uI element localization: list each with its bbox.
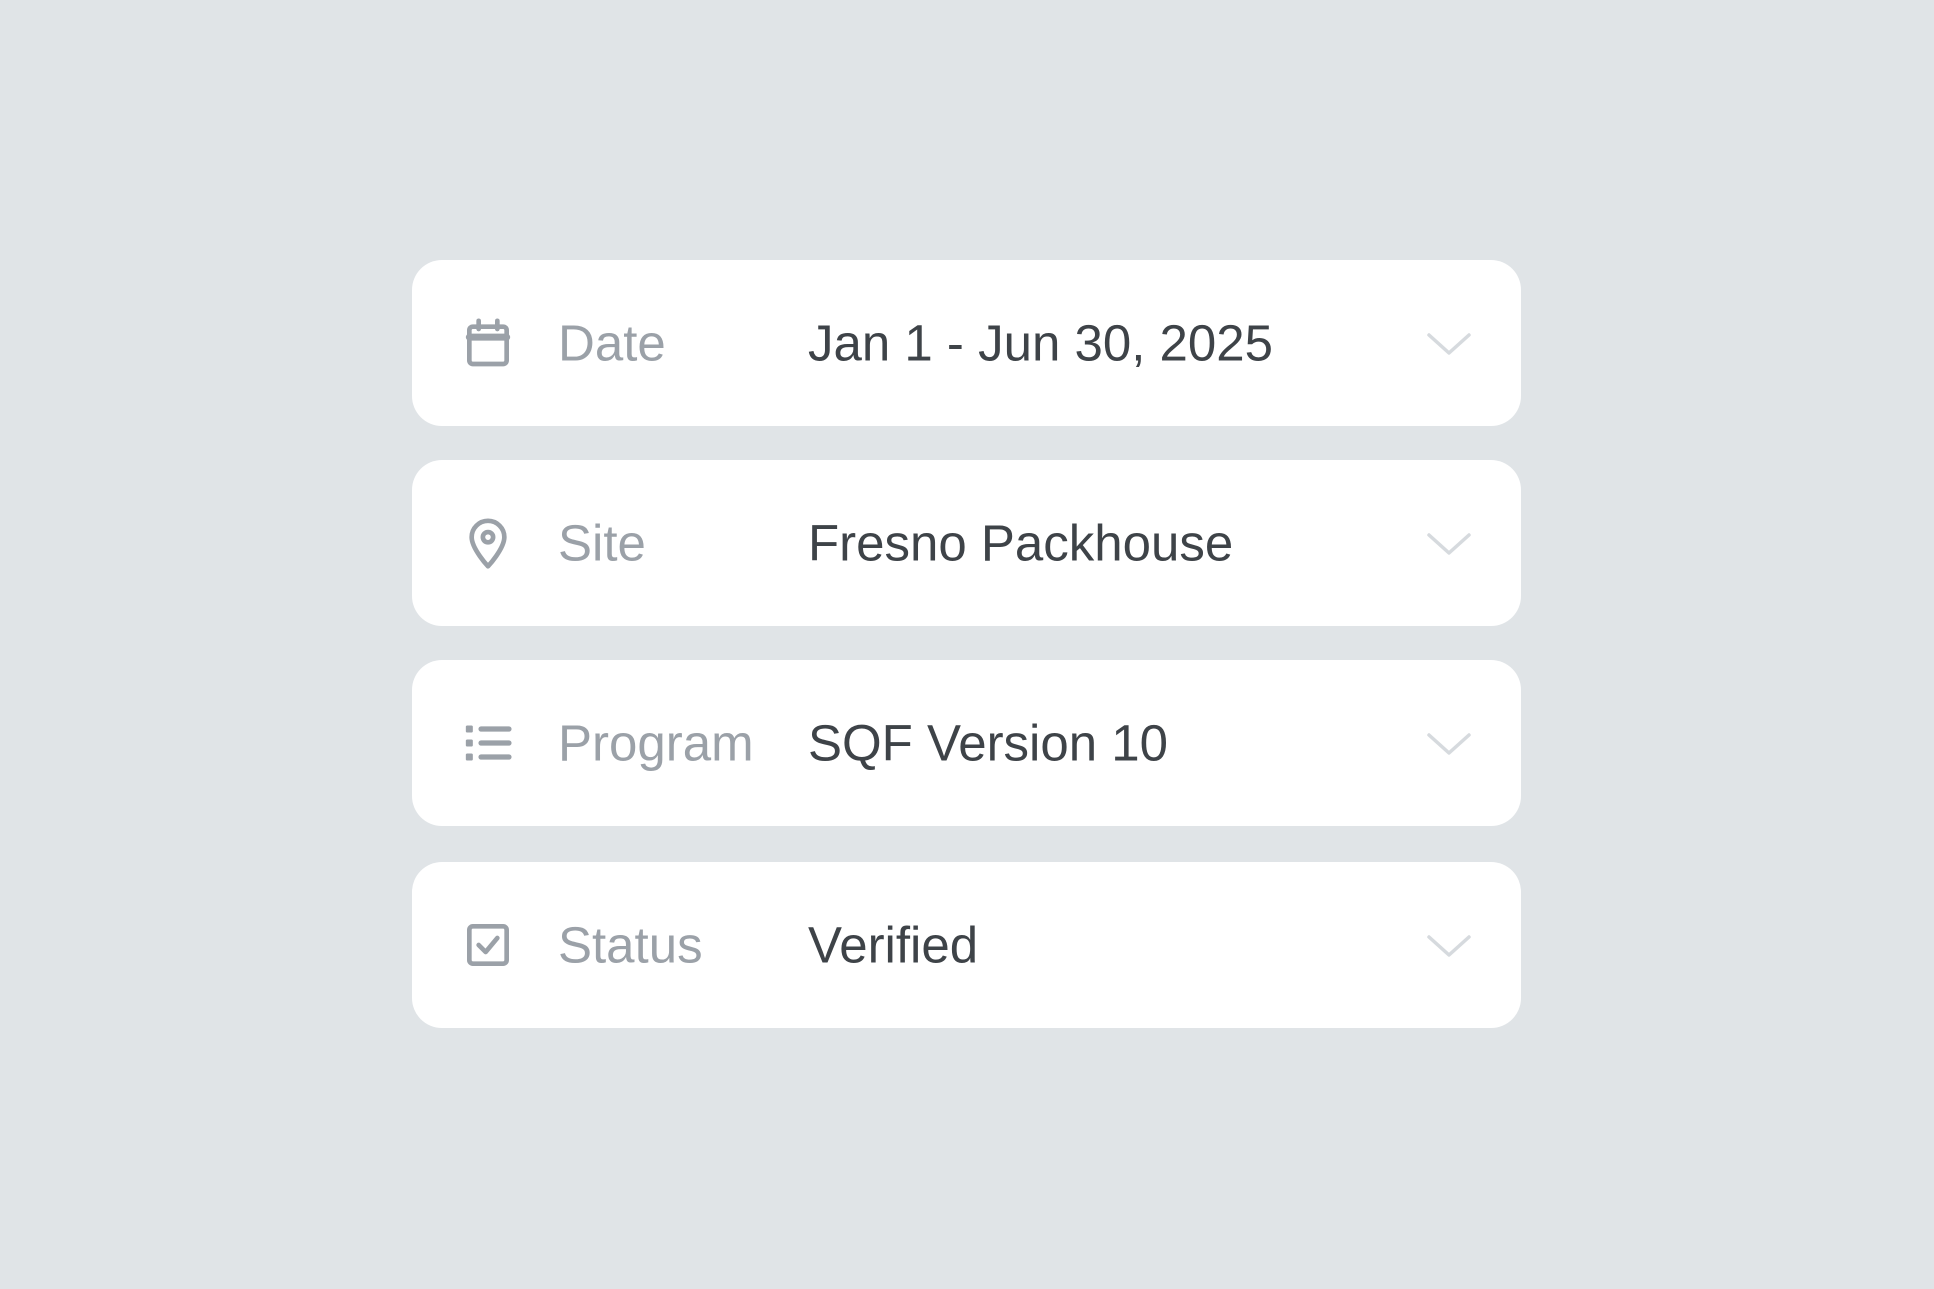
chevron-down-icon[interactable] — [1425, 727, 1473, 759]
program-filter-value: SQF Version 10 — [808, 714, 1169, 772]
date-filter-value: Jan 1 - Jun 30, 2025 — [808, 314, 1274, 372]
status-filter-label: Status — [558, 916, 703, 974]
chevron-down-icon[interactable] — [1425, 327, 1473, 359]
list-icon — [460, 715, 516, 771]
date-filter-label: Date — [558, 314, 666, 372]
chevron-down-icon[interactable] — [1425, 929, 1473, 961]
chevron-down-icon[interactable] — [1425, 527, 1473, 559]
status-filter-value: Verified — [808, 916, 979, 974]
program-filter-dropdown[interactable]: Program SQF Version 10 — [412, 660, 1521, 826]
status-filter-dropdown[interactable]: Status Verified — [412, 862, 1521, 1028]
site-filter-dropdown[interactable]: Site Fresno Packhouse — [412, 460, 1521, 626]
site-filter-value: Fresno Packhouse — [808, 514, 1234, 572]
checkbox-icon — [460, 917, 516, 973]
calendar-icon — [460, 315, 516, 371]
program-filter-label: Program — [558, 714, 754, 772]
date-filter-dropdown[interactable]: Date Jan 1 - Jun 30, 2025 — [412, 260, 1521, 426]
map-pin-icon — [460, 515, 516, 571]
site-filter-label: Site — [558, 514, 646, 572]
